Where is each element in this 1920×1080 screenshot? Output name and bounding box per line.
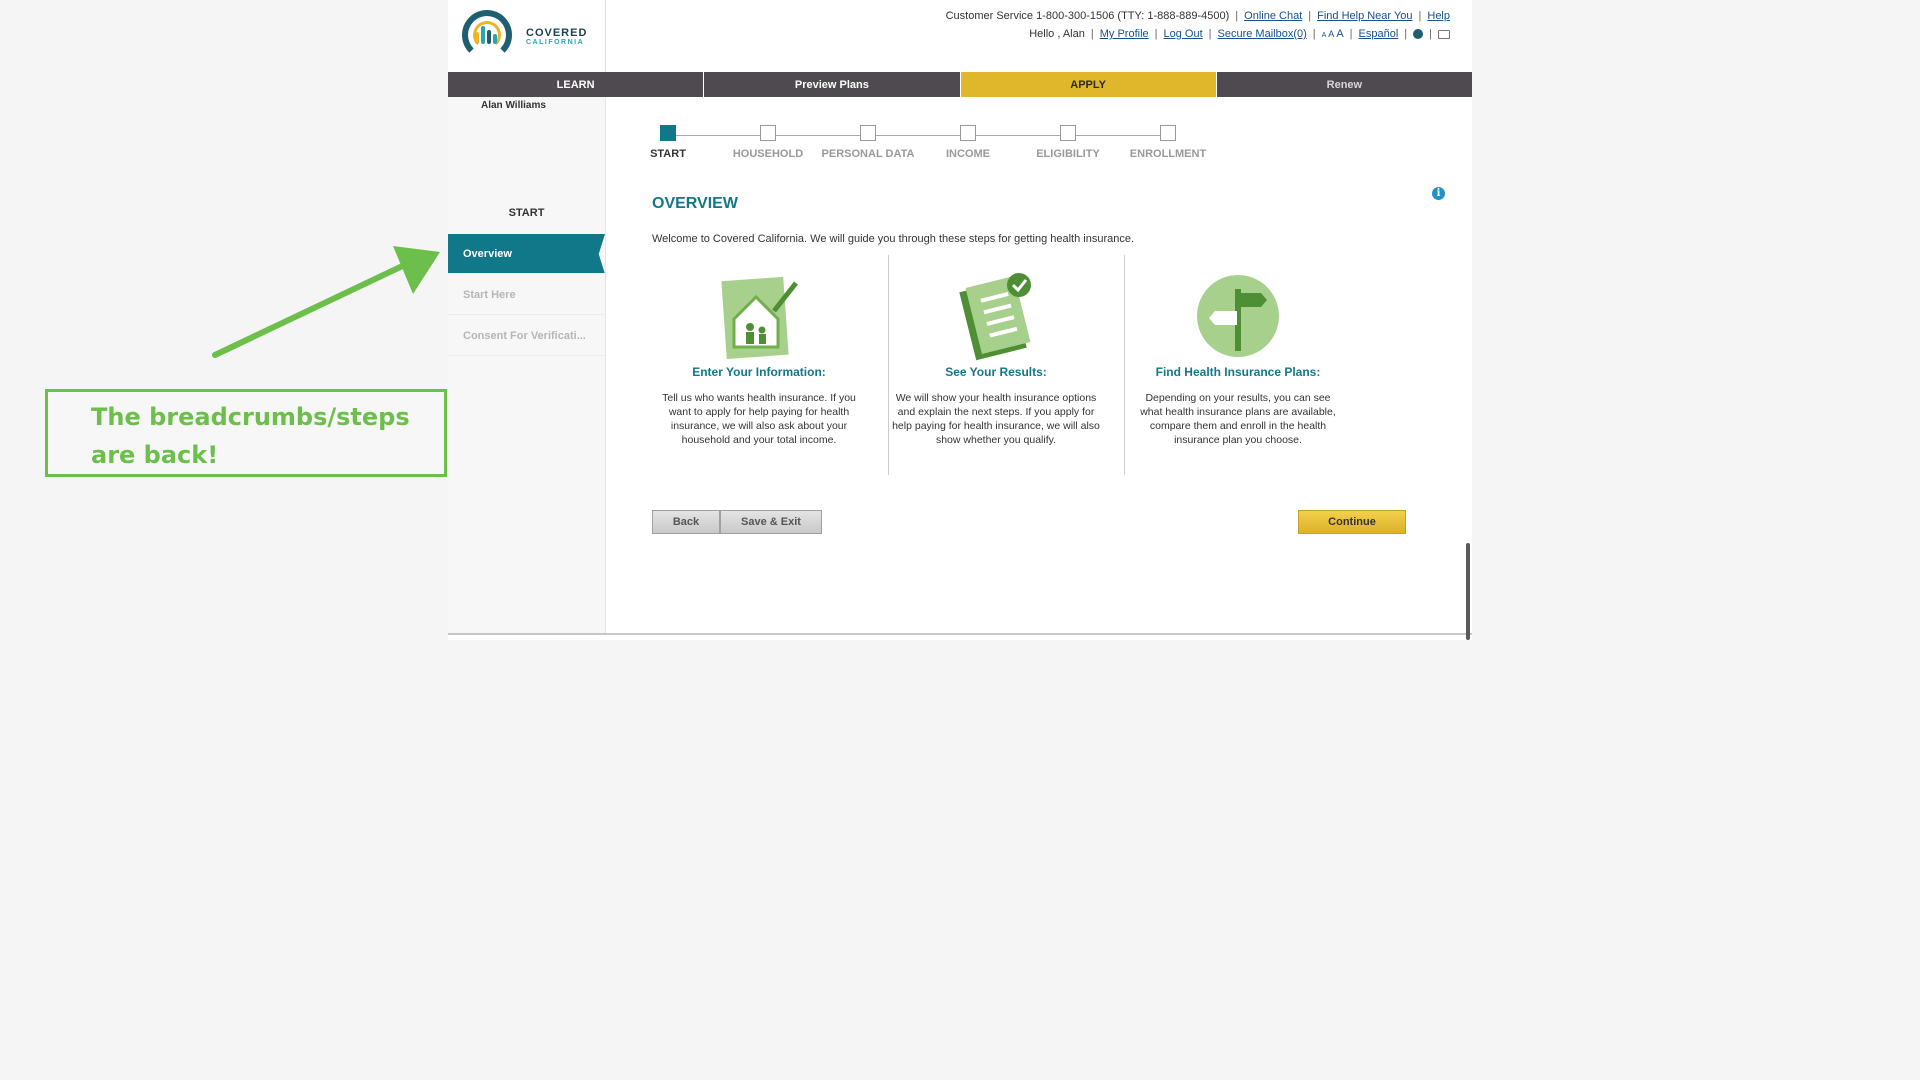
help-link[interactable]: Help: [1427, 10, 1450, 22]
info-column-plans: Find Health Insurance Plans: Depending o…: [1123, 265, 1353, 447]
step-label: ELIGIBILITY: [1036, 148, 1100, 160]
log-out-link[interactable]: Log Out: [1164, 28, 1203, 40]
my-profile-link[interactable]: My Profile: [1100, 28, 1149, 40]
step-marker: [1160, 125, 1176, 141]
step-label: PERSONAL DATA: [821, 148, 915, 160]
main-nav: LEARN Preview Plans APPLY Renew: [448, 72, 1472, 97]
sidebar-section-title: START: [508, 207, 545, 219]
welcome-text: Welcome to Covered California. We will g…: [652, 233, 1135, 245]
tab-preview-plans[interactable]: Preview Plans: [704, 72, 961, 97]
logo-text-california: CALIFORNIA: [526, 39, 585, 46]
page-title: OVERVIEW: [652, 195, 738, 212]
column-description: We will show your health insurance optio…: [892, 392, 1100, 446]
column-description: Tell us who wants health insurance. If y…: [662, 392, 856, 446]
step-marker: [860, 125, 876, 141]
font-medium-button[interactable]: A: [1328, 29, 1334, 39]
column-heading: See Your Results:: [945, 365, 1047, 379]
step-household: HOUSEHOLD: [718, 125, 818, 160]
annotation-callout: The breadcrumbs/steps are back!: [45, 389, 447, 477]
annotation-arrow-icon: [212, 246, 440, 358]
step-enrollment: ENROLLMENT: [1118, 125, 1218, 160]
checklist-icon: [959, 273, 1031, 361]
step-marker: [760, 125, 776, 141]
sidebar-item-overview[interactable]: Overview: [448, 234, 605, 274]
tab-apply[interactable]: APPLY: [960, 72, 1217, 97]
page-bottom-border: [448, 633, 1472, 635]
house-document-icon: [721, 276, 798, 359]
step-personal-data: PERSONAL DATA: [818, 125, 918, 160]
sidebar: Alan Williams START Overview Start Here …: [448, 97, 606, 633]
covered-california-logo[interactable]: COVERED CALIFORNIA: [448, 0, 606, 72]
info-column-results: See Your Results: We will show your heal…: [881, 265, 1111, 447]
logo-text-covered: COVERED: [526, 27, 588, 39]
tab-learn[interactable]: LEARN: [448, 72, 705, 97]
print-icon[interactable]: [1438, 29, 1450, 39]
step-eligibility: ELIGIBILITY: [1018, 125, 1118, 160]
sidebar-item-start-here[interactable]: Start Here: [448, 275, 605, 315]
greeting-text: Hello , Alan: [1029, 28, 1085, 40]
save-exit-button[interactable]: Save & Exit: [720, 510, 822, 534]
user-name: Alan Williams: [481, 100, 546, 111]
signpost-icon: [1197, 275, 1279, 357]
step-start: START: [618, 125, 718, 160]
globe-icon[interactable]: [1413, 29, 1424, 40]
secure-mailbox-link[interactable]: Secure Mailbox(0): [1218, 28, 1307, 40]
espanol-link[interactable]: Español: [1359, 28, 1399, 40]
font-small-button[interactable]: A: [1322, 32, 1327, 39]
step-marker: [660, 125, 676, 141]
step-label: INCOME: [946, 148, 990, 160]
font-size-controls: AAA: [1322, 28, 1344, 40]
utility-bar-top: Customer Service 1-800-300-1506 (TTY: 1-…: [945, 10, 1450, 22]
step-marker: [1060, 125, 1076, 141]
online-chat-link[interactable]: Online Chat: [1244, 10, 1302, 22]
find-help-link[interactable]: Find Help Near You: [1317, 10, 1412, 22]
vertical-scrollbar[interactable]: [1466, 543, 1470, 640]
info-column-enter: Enter Your Information: Tell us who want…: [644, 265, 874, 447]
utility-bar-user: Hello , Alan | My Profile | Log Out | Secure M…: [1029, 28, 1450, 40]
tab-renew[interactable]: Renew: [1216, 72, 1472, 97]
column-description: Depending on your results, you can see w…: [1140, 392, 1336, 446]
step-label: START: [650, 148, 686, 160]
column-heading: Find Health Insurance Plans:: [1155, 365, 1321, 379]
annotation-text: The breadcrumbs/steps are back!: [91, 403, 410, 469]
logo-people-icon: [475, 26, 501, 48]
column-heading: Enter Your Information:: [692, 365, 826, 379]
step-label: ENROLLMENT: [1129, 148, 1207, 160]
font-large-button[interactable]: A: [1336, 28, 1343, 40]
sidebar-item-consent[interactable]: Consent For Verificati...: [448, 316, 605, 356]
step-marker: [960, 125, 976, 141]
continue-button[interactable]: Continue: [1298, 510, 1406, 534]
info-icon[interactable]: i: [1432, 187, 1445, 200]
step-label: HOUSEHOLD: [732, 148, 804, 160]
customer-service-text: Customer Service 1-800-300-1506 (TTY: 1-…: [945, 10, 1230, 22]
back-button[interactable]: Back: [652, 510, 720, 534]
browser-page: COVERED CALIFORNIA Customer Service 1-80…: [448, 0, 1472, 640]
progress-steps: START HOUSEHOLD PERSONAL DATA INCOME ELI…: [650, 125, 1210, 165]
step-income: INCOME: [918, 125, 1018, 160]
